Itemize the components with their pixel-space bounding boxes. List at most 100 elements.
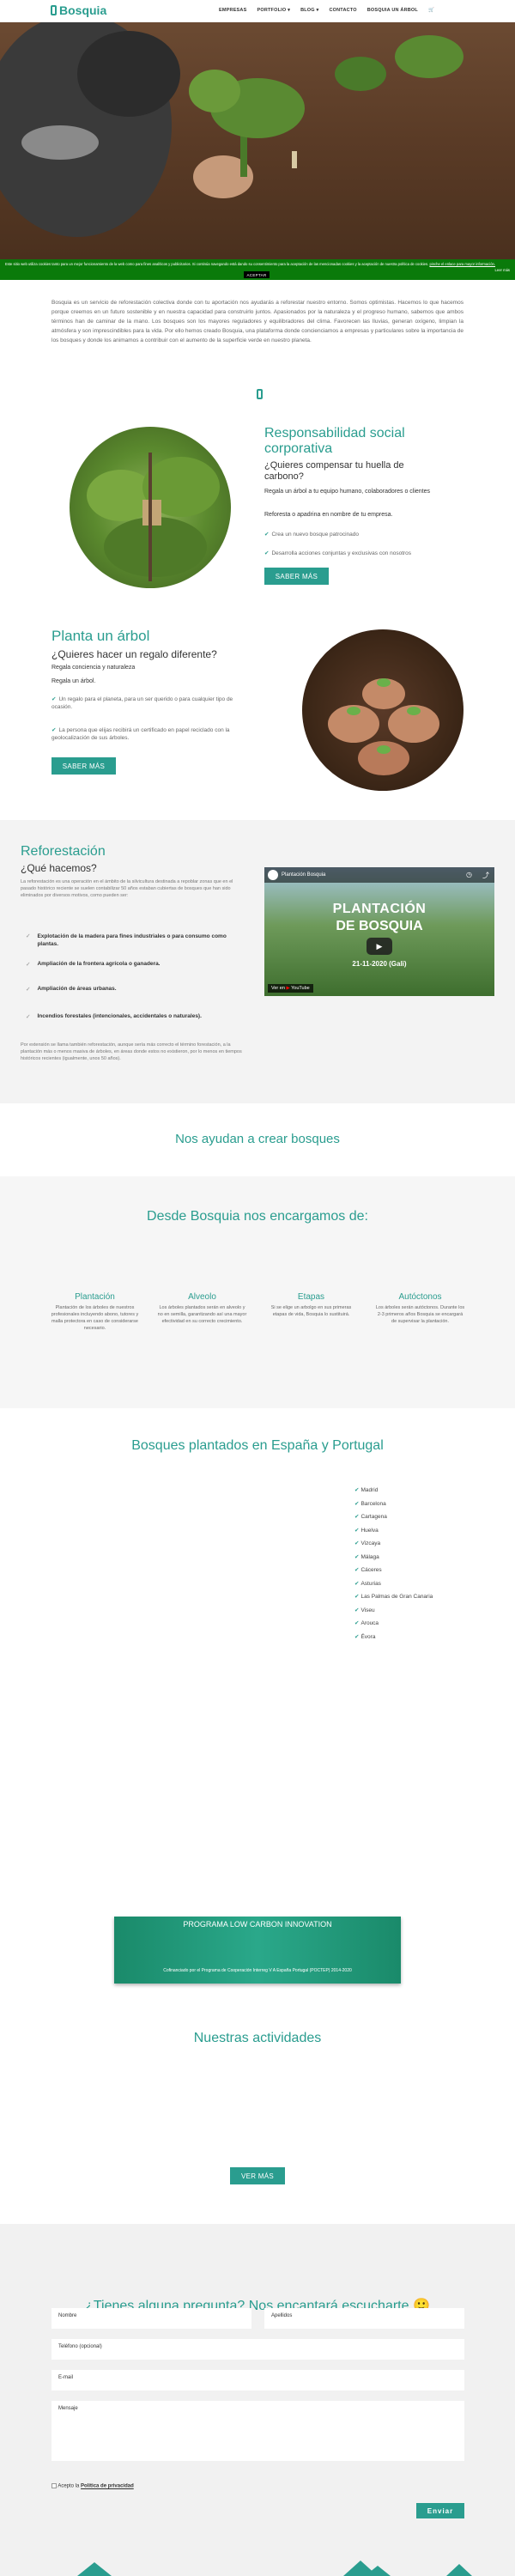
chevron-down-icon: ▾ [316,8,319,13]
nav-portfolio-label: PORTFOLIO [257,8,287,13]
nav-empresas[interactable]: EMPRESAS [219,8,246,13]
rsc-check1-text: Crea un nuevo bosque patrocinado [271,532,359,538]
send-button[interactable]: Enviar [416,2503,464,2518]
video-title[interactable]: Plantación Bosquia [282,872,325,878]
planta-check1-text: Un regalo para el planeta, para un ser q… [52,696,233,710]
nav-portfolio[interactable]: PORTFOLIO ▾ [257,8,290,13]
city-item: Málaga [354,1553,457,1567]
mensaje-field[interactable]: Mensaje [52,2401,464,2461]
check-icon: ✓ [26,933,31,939]
care-col-2-text: Los árboles plantados serán en alveolo y… [157,1305,247,1324]
nav-blog[interactable]: BLOG ▾ [300,8,318,13]
chevron-down-icon: ▾ [288,8,291,13]
video-player[interactable]: Plantación Bosquia ⤴ ◷ PLANTACIÓN DE BOS… [264,867,494,996]
logo-text: Bosquia [59,3,107,17]
cookie-more-link[interactable]: Leer más [495,268,510,272]
city-item: Barcelona [354,1500,457,1514]
refo-item-3-text: Ampliación de áreas urbanas. [37,986,117,992]
cookie-accept-button[interactable]: ACEPTAR [244,271,270,278]
planta-line1: Regala conciencia y naturaleza [52,665,136,671]
rsc-check1: Crea un nuevo bosque patrocinado [264,531,359,538]
share-icon[interactable]: ⤴ [482,871,489,880]
refo-text: La reforestación es una operación en el … [21,879,233,898]
refo-item-1-text: Explotación de la madera para fines indu… [37,933,227,947]
refo-item-4: ✓ Incendios forestales (intencionales, ac… [26,1013,249,1020]
privacy-consent[interactable]: Acepto la Política de privacidad [52,2483,134,2489]
planta-image [302,629,464,791]
refo-item-4-text: Incendios forestales (intencionales, acc… [37,1013,202,1019]
rsc-image [70,427,231,588]
check-icon: ✓ [26,962,31,968]
nav-contacto[interactable]: CONTACTO [329,8,356,13]
video-overlay-1: PLANTACIÓN [332,902,427,916]
city-item: Madrid [354,1486,457,1500]
youtube-icon: ▶ [286,986,290,991]
care-title: Desde Bosquia nos encargamos de: [147,1209,368,1224]
watch-on-youtube[interactable]: Ver en ▶ YouTube [268,984,313,993]
cookie-link[interactable]: pinche el enlace para mayor información. [429,262,495,266]
city-item: Vizcaya [354,1540,457,1553]
main-nav: EMPRESAS PORTFOLIO ▾ BLOG ▾ CONTACTO BOS… [219,8,434,13]
activities-ver-mas-button[interactable]: VER MÁS [230,2167,285,2184]
cities-list: Madrid Barcelona Cartagena Huelva Vizcay… [354,1486,457,1646]
city-item: Évora [354,1633,457,1647]
privacy-link[interactable]: Política de privacidad [81,2484,134,2489]
program-title: PROGRAMA LOW CARBON INNOVATION [183,1920,332,1929]
nav-bosquia-arbol[interactable]: BOSQUIA UN ÁRBOL [367,8,418,13]
city-item: Viseu [354,1607,457,1620]
plantados-map-area [50,1477,342,1674]
check-icon: ✓ [26,1014,31,1020]
city-item: Huelva [354,1527,457,1540]
video-overlay-2: DE BOSQUIA [336,919,423,933]
refo-footer: Por extensión se llama también reforesta… [21,1042,242,1061]
logo[interactable]: Bosquia [50,3,106,17]
city-item: Cáceres [354,1566,457,1580]
nav-blog-label: BLOG [300,8,315,13]
refo-item-3: ✓ Ampliación de áreas urbanas. [26,986,249,993]
footer-trees-illustration [77,2561,472,2576]
refo-item-2-text: Ampliación de la frontera agrícola o gan… [37,961,161,967]
plantados-title: Bosques plantados en España y Portugal [131,1438,384,1453]
activities-title: Nuestras actividades [193,2031,322,2045]
refo-subtitle: ¿Qué hacemos? [21,862,97,874]
refo-item-2: ✓ Ampliación de la frontera agrícola o ga… [26,961,249,968]
watch-later-icon[interactable]: ◷ [466,871,472,878]
rsc-line2: Reforesta o apadrina en nombre de tu emp… [264,512,393,518]
care-col-1-title: Plantación [75,1292,115,1302]
rsc-title: Responsabilidad social corporativa [264,426,405,456]
consent-checkbox[interactable] [52,2483,57,2488]
care-col-4: Autóctonos Los árboles serán autóctonos.… [375,1292,465,1325]
contact-section [0,2224,515,2576]
nombre-field[interactable]: Nombre [52,2308,251,2329]
rsc-saber-mas-button[interactable]: SABER MÁS [264,568,329,585]
care-col-4-text: Los árboles serán autóctonos. Durante lo… [375,1305,465,1324]
apellidos-field[interactable]: Apellidos [264,2308,464,2329]
hero-planting-illustration [0,22,464,237]
planta-saber-mas-button[interactable]: SABER MÁS [52,757,116,775]
refo-title: Reforestación [21,844,106,859]
care-col-1: Plantación Plantación de los árboles de … [50,1292,140,1332]
consent-label: Acepto la [58,2483,80,2489]
care-col-4-title: Autóctonos [398,1292,442,1302]
tree-divider-icon [257,389,263,399]
planta-subtitle: ¿Quieres hacer un regalo diferente? [52,648,217,660]
intro-text: Bosquia es un servicio de reforestación … [52,300,464,343]
cookie-text: Este sitio web utiliza cookies tanto par… [5,262,429,266]
cart-icon[interactable]: 🛒 [428,8,434,13]
city-item: Arouca [354,1619,457,1633]
rsc-line1: Regala un árbol a tu equipo humano, cola… [264,489,431,495]
program-sub: Cofinanciado por el Programa de Cooperac… [163,1968,352,1973]
care-col-3: Etapas Si se elige un arbolgo en sus pri… [266,1292,356,1318]
video-date: 21-11-2020 (Gali) [352,960,407,968]
care-col-2-title: Alveolo [188,1292,216,1302]
program-banner[interactable]: PROGRAMA LOW CARBON INNOVATION Cofinanci… [114,1917,401,1984]
planta-check1: Un regalo para el planeta, para un ser q… [52,696,249,711]
channel-avatar[interactable] [268,870,278,880]
play-button-icon[interactable]: ▶ [367,938,392,955]
city-item: Cartagena [354,1513,457,1527]
planta-check2: La persona que elijas recibirá un certif… [52,726,249,742]
telefono-field[interactable]: Teléfono (opcional) [52,2339,464,2360]
email-field[interactable]: E-mail [52,2370,464,2391]
care-col-3-title: Etapas [297,1292,325,1302]
care-col-3-text: Si se elige un arbolgo en sus primeras e… [270,1305,352,1317]
